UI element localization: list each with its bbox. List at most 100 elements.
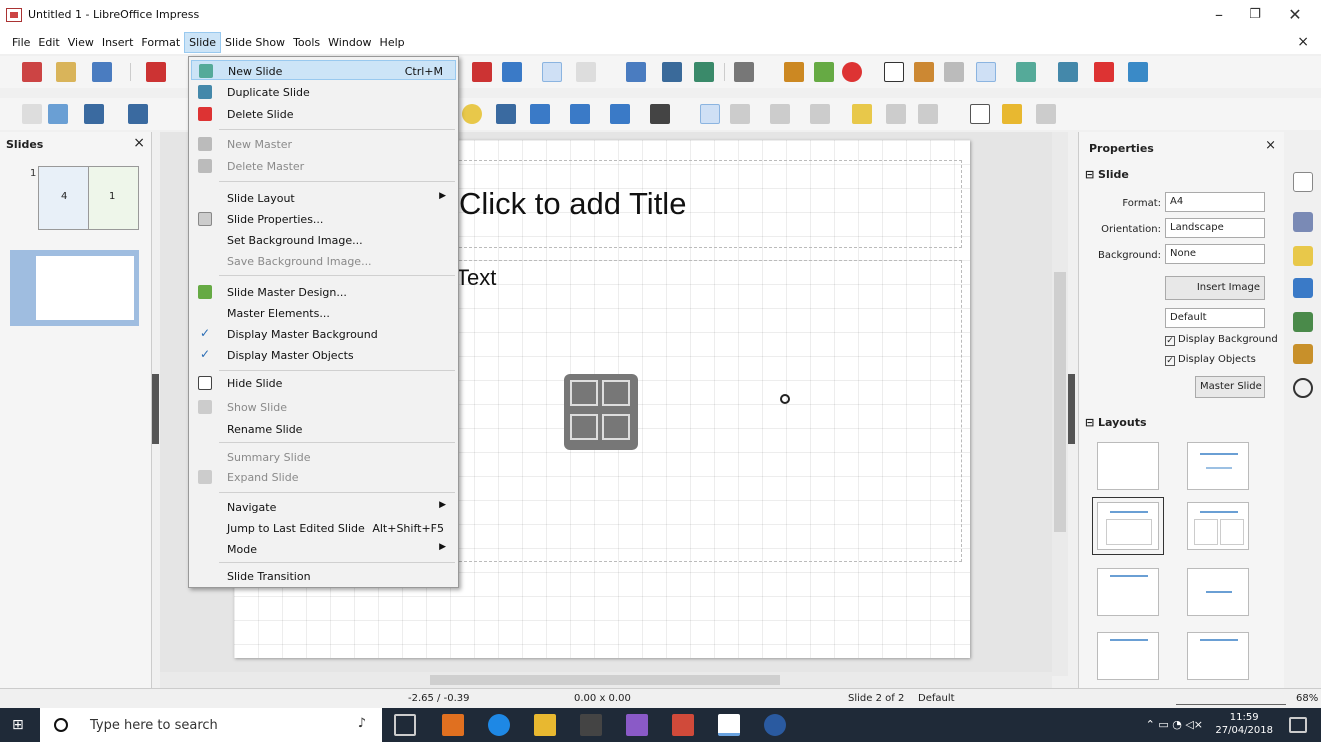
menu-slide[interactable]: Slide	[184, 31, 222, 53]
custom-animation-tab-icon[interactable]	[1293, 246, 1313, 266]
start-first-slide-icon[interactable]	[662, 62, 682, 82]
points-icon[interactable]	[970, 104, 990, 124]
line-color-icon[interactable]	[84, 104, 104, 124]
star-icon[interactable]	[610, 104, 630, 124]
sidebar-collapse-handle[interactable]	[1068, 374, 1075, 444]
layout-title-content-2[interactable]	[1097, 632, 1159, 680]
background-dropdown[interactable]: None	[1165, 244, 1265, 264]
master-dropdown[interactable]: Default	[1165, 308, 1265, 328]
slide-transition-tab-icon[interactable]	[1293, 278, 1313, 298]
menu-format[interactable]: Format	[137, 33, 184, 52]
menu-window[interactable]: Window	[324, 33, 375, 52]
paint-icon[interactable]	[626, 714, 648, 736]
system-tray-icons[interactable]: ⌃ ▭ ◔ ◁×	[1146, 718, 1203, 731]
insert-table-icon[interactable]	[570, 380, 598, 406]
save-icon[interactable]	[92, 62, 112, 82]
menu-rename-slide[interactable]: Rename Slide	[191, 419, 456, 439]
open-icon[interactable]	[56, 62, 76, 82]
styles-tab-icon[interactable]	[1293, 312, 1313, 332]
navigator-tab-icon[interactable]	[1293, 378, 1313, 398]
crop-icon[interactable]	[886, 104, 906, 124]
slides-pane-collapse-handle[interactable]	[152, 374, 159, 444]
menu-delete-slide[interactable]: Delete Slide	[191, 104, 456, 124]
close-properties-icon[interactable]: ×	[1265, 138, 1276, 153]
master-slides-button[interactable]: Master Slide	[1195, 376, 1265, 398]
filter-icon[interactable]	[918, 104, 938, 124]
master-slides-tab-icon[interactable]	[1293, 212, 1313, 232]
menu-display-master-background[interactable]: ✓ Display Master Background	[191, 324, 456, 344]
callout-icon[interactable]	[570, 104, 590, 124]
menu-edit[interactable]: Edit	[34, 33, 63, 52]
menu-slide-transition[interactable]: Slide Transition	[191, 566, 456, 586]
menu-file[interactable]: File	[8, 33, 34, 52]
arrows-icon[interactable]	[496, 104, 516, 124]
zoom-level[interactable]: 68%	[1296, 693, 1318, 704]
horizontal-scrollbar[interactable]	[160, 672, 1052, 688]
menu-display-master-objects[interactable]: ✓ Display Master Objects	[191, 345, 456, 365]
spelling-icon[interactable]	[502, 62, 522, 82]
insert-image-button[interactable]: Insert Image	[1165, 276, 1265, 300]
new-slide-toolbar-icon[interactable]	[1016, 62, 1036, 82]
menu-master-elements[interactable]: Master Elements...	[191, 303, 456, 323]
display-background-checkbox[interactable]: ✓ Display Background	[1165, 334, 1278, 346]
edge-browser-icon[interactable]	[488, 714, 510, 736]
outlook-icon[interactable]	[442, 714, 464, 736]
impress-taskbar-icon[interactable]	[718, 714, 740, 736]
layout-title-two-content[interactable]	[1187, 502, 1249, 550]
duplicate-slide-toolbar-icon[interactable]	[1058, 62, 1078, 82]
menu-navigate[interactable]: Navigate ▶	[191, 497, 456, 517]
master-name[interactable]: Default	[918, 693, 955, 704]
slide-thumbnail-1[interactable]: 4 1	[38, 166, 139, 230]
new-document-icon[interactable]	[22, 62, 42, 82]
powerpoint-icon[interactable]	[672, 714, 694, 736]
rotate-icon[interactable]	[700, 104, 720, 124]
minimize-button[interactable]: –	[1204, 4, 1234, 26]
arrange-icon[interactable]	[770, 104, 790, 124]
restore-button[interactable]: ❐	[1240, 4, 1270, 26]
menu-slide-properties[interactable]: Slide Properties...	[191, 209, 456, 229]
menu-slide-master-design[interactable]: Slide Master Design...	[191, 282, 456, 302]
find-replace-icon[interactable]	[472, 62, 492, 82]
menu-hide-slide[interactable]: Hide Slide	[191, 373, 456, 393]
menu-view[interactable]: View	[64, 33, 98, 52]
menu-tools[interactable]: Tools	[289, 33, 324, 52]
insert-image-icon[interactable]	[570, 414, 598, 440]
orientation-dropdown[interactable]: Landscape	[1165, 218, 1265, 238]
distribute-icon[interactable]	[810, 104, 830, 124]
content-placeholder[interactable]	[454, 260, 962, 562]
windows-start-icon[interactable]: ⊞	[12, 717, 28, 733]
menu-slide-layout[interactable]: Slide Layout ▶	[191, 188, 456, 208]
fill-color-icon[interactable]	[128, 104, 148, 124]
layout-blank[interactable]	[1097, 442, 1159, 490]
display-objects-checkbox[interactable]: ✓ Display Objects	[1165, 354, 1256, 366]
flowchart-icon[interactable]	[530, 104, 550, 124]
image-icon[interactable]	[784, 62, 804, 82]
menu-slide-show[interactable]: Slide Show	[221, 33, 289, 52]
fontwork-icon[interactable]	[914, 62, 934, 82]
slide-thumbnail-2[interactable]	[10, 250, 139, 326]
chart-icon[interactable]	[814, 62, 834, 82]
extrusion-icon[interactable]	[1036, 104, 1056, 124]
close-slides-pane-icon[interactable]: ×	[133, 135, 145, 151]
master-slide-icon[interactable]	[626, 62, 646, 82]
menu-mode[interactable]: Mode ▶	[191, 539, 456, 559]
text-box-icon[interactable]	[884, 62, 904, 82]
helplines-icon[interactable]	[576, 62, 596, 82]
layout-title-only[interactable]	[1187, 442, 1249, 490]
table-icon[interactable]	[734, 62, 754, 82]
properties-tab-icon[interactable]	[1293, 172, 1313, 192]
task-view-icon[interactable]	[394, 714, 416, 736]
snap-grid-icon[interactable]	[976, 62, 996, 82]
insert-chart-icon[interactable]	[602, 380, 630, 406]
taskbar-clock[interactable]: 11:59 27/04/2018	[1215, 711, 1273, 737]
slide-layout-icon[interactable]	[1128, 62, 1148, 82]
zoom-icon[interactable]	[48, 104, 68, 124]
hyperlink-icon[interactable]	[944, 62, 964, 82]
menu-set-background-image[interactable]: Set Background Image...	[191, 230, 456, 250]
microphone-icon[interactable]: ♪	[358, 716, 366, 731]
slide-section-header[interactable]: ⊟ Slide	[1085, 168, 1129, 181]
taskbar-search-box[interactable]: Type here to search ♪	[40, 708, 382, 742]
menu-insert[interactable]: Insert	[98, 33, 138, 52]
3d-objects-icon[interactable]	[650, 104, 670, 124]
shadow-icon[interactable]	[852, 104, 872, 124]
